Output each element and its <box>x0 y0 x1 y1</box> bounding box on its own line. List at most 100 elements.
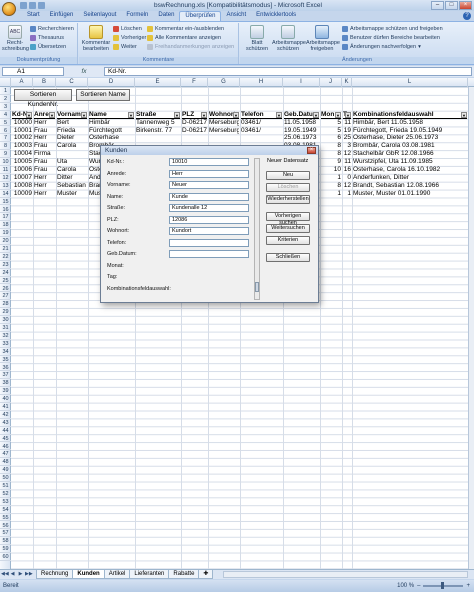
column-header[interactable]: J <box>320 78 342 87</box>
row-header[interactable]: 52 <box>0 490 11 498</box>
criteria-button[interactable]: Kriterien <box>266 236 310 245</box>
table-cell[interactable]: Carola <box>57 166 87 174</box>
table-cell[interactable]: 10005 <box>12 158 32 166</box>
next-sheet-icon[interactable]: ▶ <box>17 571 24 578</box>
office-button[interactable] <box>2 1 16 16</box>
row-header[interactable]: 5 <box>0 119 11 127</box>
row-header[interactable]: 9 <box>0 150 11 159</box>
row-header[interactable]: 59 <box>0 545 11 554</box>
filter-dropdown-icon[interactable]: ▼ <box>26 111 32 118</box>
tab-insert[interactable]: Einfügen <box>45 11 79 21</box>
table-cell[interactable]: Frau <box>34 127 55 135</box>
row-header[interactable]: 39 <box>0 387 11 396</box>
filter-dropdown-icon[interactable]: ▼ <box>233 111 239 118</box>
field-input[interactable] <box>169 250 249 258</box>
tab-data[interactable]: Daten <box>153 11 179 21</box>
table-cell[interactable]: Himbär, Bert 11.05.1958 <box>353 119 467 127</box>
sheet-tab-kunden[interactable]: Kunden <box>72 570 105 579</box>
field-input[interactable]: 10010 <box>169 158 249 166</box>
sort-name-button[interactable]: Sortieren Name <box>76 89 130 101</box>
column-header[interactable]: H <box>240 78 283 87</box>
row-header[interactable]: 17 <box>0 213 11 222</box>
row-header[interactable]: 60 <box>0 553 11 561</box>
field-input[interactable]: Neuer <box>169 181 249 189</box>
row-header[interactable]: 35 <box>0 356 11 364</box>
table-cell[interactable]: Frau <box>34 158 55 166</box>
row-header[interactable]: 28 <box>0 300 11 309</box>
row-header[interactable]: 33 <box>0 340 11 348</box>
table-cell[interactable]: Frau <box>34 142 55 150</box>
row-header[interactable]: 1 <box>0 87 11 95</box>
table-cell[interactable]: 25.06.1973 <box>284 134 319 142</box>
zoom-knob[interactable] <box>441 582 445 589</box>
delete-button[interactable]: Löschen <box>266 183 310 192</box>
table-cell[interactable]: Ditter <box>57 174 87 182</box>
row-header[interactable]: 7 <box>0 134 11 143</box>
row-header[interactable]: 30 <box>0 316 11 324</box>
table-cell[interactable]: Uta <box>57 158 87 166</box>
protect-share-button[interactable]: Arbeitsmappe schützen und freigeben <box>342 26 443 32</box>
table-cell[interactable]: Anderfunken, Ditter <box>353 174 467 182</box>
row-header[interactable]: 12 <box>0 174 11 182</box>
table-cell[interactable]: Herr <box>34 174 55 182</box>
field-input[interactable]: Kunde <box>169 192 249 201</box>
show-ink-button[interactable]: Freihandanmerkungen anzeigen <box>147 44 234 50</box>
name-box[interactable]: A1 <box>2 67 64 76</box>
table-cell[interactable]: Birkenstr. 77 <box>136 127 180 135</box>
row-header[interactable]: 15 <box>0 198 11 206</box>
row-header[interactable]: 49 <box>0 466 11 475</box>
restore-button[interactable]: Wiederherstellen <box>266 195 310 204</box>
field-input[interactable]: Herr <box>169 169 249 178</box>
filter-dropdown-icon[interactable]: ▼ <box>313 111 319 118</box>
maximize-button[interactable]: □ <box>445 1 458 10</box>
table-cell[interactable]: 12 <box>343 182 351 190</box>
table-cell[interactable]: Frau <box>34 166 55 174</box>
row-header[interactable]: 42 <box>0 411 11 419</box>
table-cell[interactable]: 8 <box>321 142 341 150</box>
row-header[interactable]: 44 <box>0 427 11 435</box>
zoom-slider[interactable] <box>423 582 464 589</box>
row-header[interactable]: 24 <box>0 269 11 277</box>
table-cell[interactable]: 9 <box>321 158 341 166</box>
tab-formulas[interactable]: Formeln <box>121 11 153 21</box>
table-cell[interactable]: Osterhase, Dieter 25.06.1973 <box>353 134 467 142</box>
row-header[interactable]: 22 <box>0 253 11 261</box>
field-input[interactable] <box>169 238 249 247</box>
column-header[interactable]: I <box>283 78 320 87</box>
sheet-tab-rabatte[interactable]: Rabatte <box>168 570 200 579</box>
tab-developer[interactable]: Entwicklertools <box>251 11 301 21</box>
table-cell[interactable]: 5 <box>321 119 341 127</box>
table-cell[interactable]: Firma <box>34 150 55 158</box>
row-header[interactable]: 54 <box>0 506 11 514</box>
sheet-tab-lieferanten[interactable]: Lieferanten <box>129 570 170 579</box>
table-cell[interactable]: 11.05.1958 <box>284 119 319 127</box>
table-cell[interactable]: 03461/ <box>241 119 282 127</box>
row-header[interactable]: 2 <box>0 95 11 103</box>
row-header[interactable]: 37 <box>0 371 11 380</box>
table-cell[interactable]: 10000 <box>12 119 32 127</box>
table-cell[interactable]: 10003 <box>12 142 32 150</box>
row-header[interactable]: 31 <box>0 324 11 332</box>
tab-start[interactable]: Start <box>22 11 45 21</box>
show-hide-comment-button[interactable]: Kommentar ein-/ausblenden <box>147 26 224 32</box>
thesaurus-button[interactable]: Thesaurus <box>30 35 64 41</box>
tab-view[interactable]: Ansicht <box>221 11 251 21</box>
dialog-close-btn[interactable]: Schließen <box>266 253 310 262</box>
filter-dropdown-icon[interactable]: ▼ <box>335 111 341 118</box>
table-cell[interactable]: Osterhase, Carola 16.10.1982 <box>353 166 467 174</box>
column-header[interactable]: E <box>135 78 181 87</box>
row-header[interactable]: 11 <box>0 166 11 174</box>
row-header[interactable]: 27 <box>0 292 11 301</box>
table-cell[interactable]: 1 <box>321 174 341 182</box>
field-input[interactable]: Kundenalle 12 <box>169 204 249 212</box>
row-header[interactable]: 23 <box>0 261 11 269</box>
spelling-button[interactable]: ABC Recht-schreibung <box>2 25 29 52</box>
table-cell[interactable]: Sebastian <box>57 182 87 190</box>
row-header[interactable]: 47 <box>0 450 11 459</box>
new-button[interactable]: Neu <box>266 171 310 180</box>
table-cell[interactable]: Bert <box>57 119 87 127</box>
table-cell[interactable]: 19.05.1949 <box>284 127 319 135</box>
column-header[interactable]: C <box>56 78 88 87</box>
find-previous-button[interactable]: Vorherigen suchen <box>266 212 310 226</box>
table-cell[interactable]: Fürchtegott <box>89 127 134 135</box>
